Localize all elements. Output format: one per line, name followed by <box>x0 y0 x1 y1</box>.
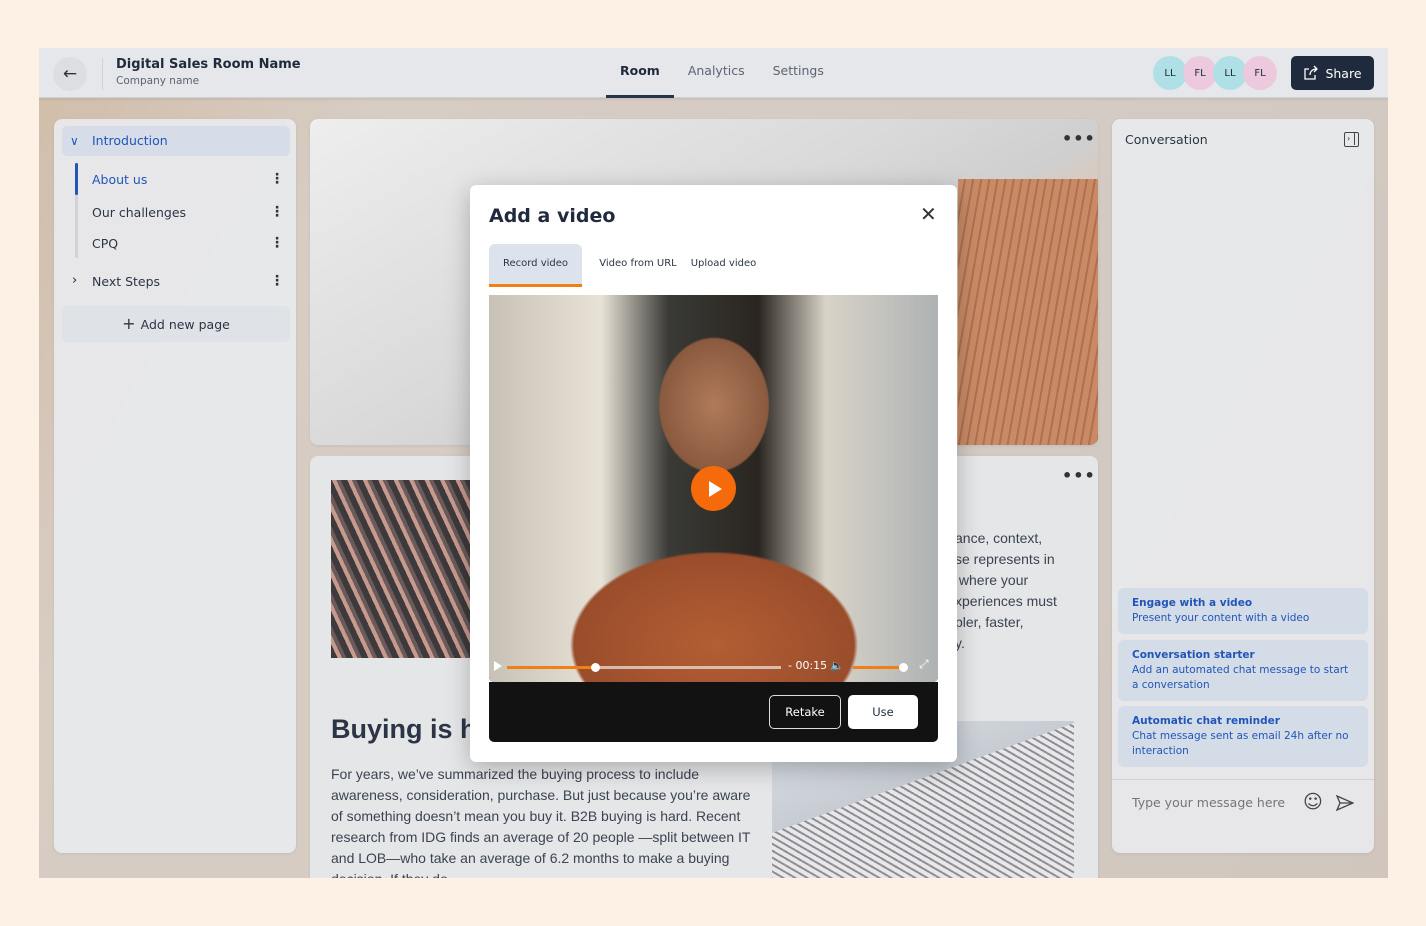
sidebar-item-cpq[interactable]: CPQ <box>92 236 118 251</box>
collapse-panel-icon[interactable]: › <box>1344 132 1359 147</box>
divider <box>102 58 103 90</box>
time-remaining: - 00:15 <box>788 659 828 672</box>
conversation-panel: Conversation › Engage with a video Presen… <box>1112 119 1374 853</box>
seek-slider[interactable] <box>507 663 781 672</box>
plus-icon: + <box>122 314 141 333</box>
use-button[interactable]: Use <box>848 695 918 729</box>
back-button[interactable]: ← <box>53 57 87 91</box>
section-label: Introduction <box>92 133 168 148</box>
play-icon[interactable] <box>691 466 736 511</box>
add-page-button[interactable]: + Add new page <box>62 306 290 342</box>
share-button[interactable]: Share <box>1291 56 1374 90</box>
message-input[interactable] <box>1132 795 1292 810</box>
modal-title: Add a video <box>489 205 616 227</box>
add-video-modal: Add a video ✕ Record video Video from UR… <box>470 185 957 762</box>
video-player[interactable]: - 00:15 🔈 ⤢ <box>489 295 938 682</box>
main-tabs: Room Analytics Settings <box>606 48 838 98</box>
player-controls: - 00:15 🔈 ⤢ <box>489 657 938 673</box>
arrow-left-icon: ← <box>62 64 78 84</box>
avatar[interactable]: LL <box>1153 56 1187 90</box>
volume-slider[interactable] <box>853 663 908 672</box>
emoji-icon[interactable]: ☺ <box>1303 791 1323 813</box>
more-vertical-icon[interactable]: ⋮ <box>270 236 284 250</box>
tab-record-video[interactable]: Record video <box>489 244 582 287</box>
avatar[interactable]: LL <box>1213 56 1247 90</box>
sidebar-section-next-steps[interactable]: Next Steps <box>92 274 160 289</box>
more-vertical-icon[interactable]: ⋮ <box>270 274 284 288</box>
tab-settings[interactable]: Settings <box>759 48 838 98</box>
fullscreen-icon[interactable]: ⤢ <box>919 657 929 672</box>
architecture-image <box>331 480 471 658</box>
add-page-label: Add new page <box>140 317 230 332</box>
volume-level <box>853 666 903 669</box>
chevron-right-icon: › <box>72 273 78 288</box>
close-icon[interactable]: ✕ <box>920 202 937 226</box>
suggestion-title: Engage with a video <box>1132 597 1253 609</box>
send-icon[interactable] <box>1336 795 1354 811</box>
more-horizontal-icon[interactable]: ••• <box>1062 129 1096 148</box>
sidebar-section-introduction[interactable]: ∨ Introduction <box>62 126 290 156</box>
suggestion-title: Automatic chat reminder <box>1132 715 1280 727</box>
seek-handle[interactable] <box>590 663 600 672</box>
more-vertical-icon[interactable]: ⋮ <box>270 172 284 186</box>
more-vertical-icon[interactable]: ⋮ <box>270 205 284 219</box>
volume-icon[interactable]: 🔈 <box>830 659 844 672</box>
volume-handle[interactable] <box>899 663 908 672</box>
page-navigator: ∨ Introduction About us ⋮ Our challenges … <box>54 119 296 853</box>
suggestion-desc: Chat message sent as email 24h after no … <box>1132 730 1349 757</box>
section-heading: Buying is h <box>331 714 477 744</box>
tab-room[interactable]: Room <box>606 48 674 98</box>
sidebar-item-our-challenges[interactable]: Our challenges <box>92 205 186 220</box>
more-horizontal-icon[interactable]: ••• <box>1062 466 1096 485</box>
avatar[interactable]: FL <box>1243 56 1277 90</box>
active-indicator <box>75 163 78 195</box>
suggestion-title: Conversation starter <box>1132 649 1255 661</box>
sidebar-item-about-us[interactable]: About us <box>92 172 147 187</box>
share-label: Share <box>1325 65 1362 81</box>
suggestion-desc: Present your content with a video <box>1132 612 1310 624</box>
hero-image <box>958 179 1098 445</box>
tab-upload-video[interactable]: Upload video <box>690 244 757 287</box>
company-name: Company name <box>116 75 200 87</box>
share-icon <box>1304 65 1319 80</box>
suggestion-chat-reminder[interactable]: Automatic chat reminder Chat message sent… <box>1118 706 1368 767</box>
body-paragraph: For years, we’ve summarized the buying p… <box>331 766 751 878</box>
avatar[interactable]: FL <box>1183 56 1217 90</box>
top-bar: ← Digital Sales Room Name Company name R… <box>39 48 1388 98</box>
retake-button[interactable]: Retake <box>769 695 841 729</box>
suggestion-engage-video[interactable]: Engage with a video Present your content … <box>1118 588 1368 634</box>
chevron-down-icon: ∨ <box>70 134 79 148</box>
suggestion-conversation-starter[interactable]: Conversation starter Add an automated cha… <box>1118 640 1368 701</box>
seek-progress <box>507 666 595 669</box>
tab-analytics[interactable]: Analytics <box>674 48 759 98</box>
tab-video-from-url[interactable]: Video from URL <box>597 244 679 287</box>
play-small-icon[interactable] <box>494 661 502 671</box>
side-paragraph: ance, context, se represents in where yo… <box>955 530 1057 651</box>
room-title: Digital Sales Room Name <box>116 57 301 72</box>
message-bar: ☺ <box>1112 779 1374 853</box>
conversation-title: Conversation <box>1125 132 1208 147</box>
suggestion-desc: Add an automated chat message to start a… <box>1132 664 1349 691</box>
participant-avatars: LL FL LL FL <box>1153 56 1277 90</box>
